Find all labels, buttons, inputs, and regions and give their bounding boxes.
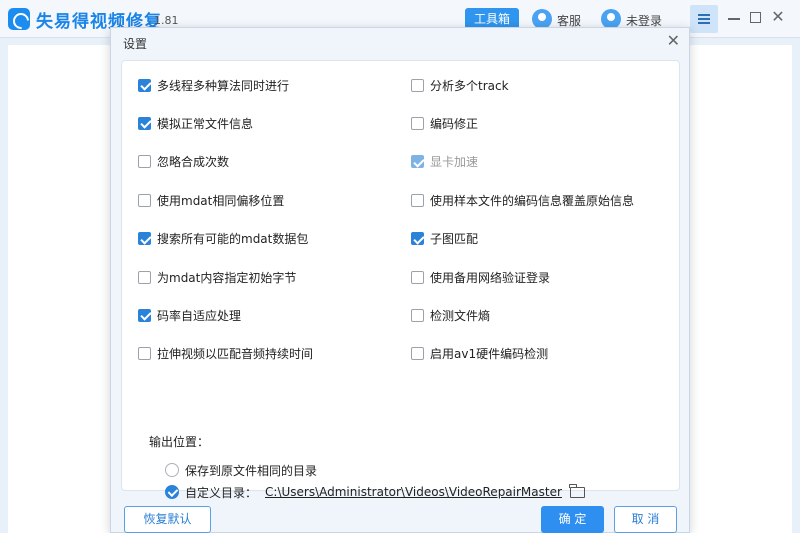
option-checkbox-row[interactable]: 使用样本文件的编码信息覆盖原始信息 bbox=[411, 191, 634, 209]
checkbox-unchecked-icon[interactable] bbox=[411, 308, 424, 322]
menu-line-icon bbox=[698, 14, 710, 16]
ok-button[interactable]: 确 定 bbox=[541, 506, 604, 533]
option-checkbox-row[interactable]: 启用av1硬件编码检测 bbox=[411, 345, 548, 363]
option-checkbox-row[interactable]: 分析多个track bbox=[411, 76, 509, 94]
option-label: 使用样本文件的编码信息覆盖原始信息 bbox=[430, 193, 635, 208]
app-logo-icon bbox=[8, 8, 30, 30]
output-location-title: 输出位置： bbox=[149, 435, 210, 449]
radio-same-dir[interactable]: 保存到原文件相同的目录 bbox=[165, 461, 317, 479]
checkbox-checked-icon[interactable] bbox=[138, 116, 151, 130]
settings-panel: 多线程多种算法同时进行 分析多个track 模拟正常文件信息 编码修正忽略合成次数 显卡… bbox=[121, 60, 680, 500]
option-label: 启用av1硬件编码检测 bbox=[430, 347, 549, 362]
option-label: 拉伸视频以匹配音频持续时间 bbox=[157, 347, 314, 362]
option-label: 使用备用网络验证登录 bbox=[430, 270, 551, 285]
folder-icon[interactable] bbox=[569, 483, 585, 498]
option-checkbox-row: 显卡加速 bbox=[411, 153, 478, 171]
option-label: 码率自适应处理 bbox=[157, 308, 242, 323]
checkbox-unchecked-icon[interactable] bbox=[138, 270, 151, 284]
option-label: 多线程多种算法同时进行 bbox=[157, 78, 290, 93]
option-label: 为mdat内容指定初始字节 bbox=[157, 270, 297, 285]
window-close-icon[interactable]: ✕ bbox=[770, 9, 786, 25]
checkbox-unchecked-icon[interactable] bbox=[138, 155, 151, 169]
maximize-icon[interactable] bbox=[750, 12, 761, 23]
dialog-title: 设置 bbox=[123, 37, 148, 51]
option-checkbox-row[interactable]: 使用mdat相同偏移位置 bbox=[138, 191, 284, 209]
radio-same-dir-label: 保存到原文件相同的目录 bbox=[185, 463, 318, 478]
radio-icon[interactable] bbox=[165, 485, 179, 499]
option-checkbox-row[interactable]: 使用备用网络验证登录 bbox=[411, 268, 550, 286]
checkbox-unchecked-icon[interactable] bbox=[411, 347, 424, 361]
checkbox-checked-icon[interactable] bbox=[138, 308, 151, 322]
option-label: 显卡加速 bbox=[430, 155, 479, 170]
option-label: 子图匹配 bbox=[430, 232, 479, 247]
cancel-button[interactable]: 取 消 bbox=[614, 506, 677, 533]
checkbox-unchecked-icon[interactable] bbox=[411, 78, 424, 92]
checkbox-checked-icon bbox=[411, 155, 424, 169]
menu-line-icon bbox=[698, 22, 710, 24]
user-icon[interactable] bbox=[601, 9, 621, 29]
radio-custom-dir-label: 自定义目录： bbox=[185, 485, 258, 500]
custom-path-link[interactable]: C:\Users\Administrator\Videos\VideoRepai… bbox=[265, 485, 562, 499]
checkbox-unchecked-icon[interactable] bbox=[138, 347, 151, 361]
checkbox-checked-icon[interactable] bbox=[138, 232, 151, 246]
minimize-icon[interactable] bbox=[728, 18, 740, 20]
option-label: 编码修正 bbox=[430, 116, 479, 131]
radio-custom-dir[interactable]: 自定义目录： C:\Users\Administrator\Videos\Vid… bbox=[165, 483, 585, 501]
option-checkbox-row[interactable]: 多线程多种算法同时进行 bbox=[138, 76, 289, 94]
option-checkbox-row[interactable]: 编码修正 bbox=[411, 114, 478, 132]
option-checkbox-row[interactable]: 为mdat内容指定初始字节 bbox=[138, 268, 296, 286]
customer-service-icon[interactable] bbox=[532, 9, 552, 29]
option-checkbox-row[interactable]: 子图匹配 bbox=[411, 230, 478, 248]
settings-dialog: 设置 ✕ 多线程多种算法同时进行 分析多个track 模拟正常文件信息 编码修正忽略合… bbox=[110, 27, 690, 533]
checkbox-checked-icon[interactable] bbox=[411, 232, 424, 246]
app-version: 1.81 bbox=[154, 14, 179, 27]
option-label: 搜索所有可能的mdat数据包 bbox=[157, 232, 309, 247]
checkbox-unchecked-icon[interactable] bbox=[138, 193, 151, 207]
option-label: 检测文件熵 bbox=[430, 308, 491, 323]
option-label: 模拟正常文件信息 bbox=[157, 116, 254, 131]
radio-icon[interactable] bbox=[165, 463, 179, 477]
option-checkbox-row[interactable]: 检测文件熵 bbox=[411, 306, 490, 324]
checkbox-unchecked-icon[interactable] bbox=[411, 116, 424, 130]
checkbox-unchecked-icon[interactable] bbox=[411, 270, 424, 284]
option-checkbox-row[interactable]: 忽略合成次数 bbox=[138, 153, 229, 171]
checkbox-unchecked-icon[interactable] bbox=[411, 193, 424, 207]
option-label: 忽略合成次数 bbox=[157, 155, 230, 170]
option-checkbox-row[interactable]: 拉伸视频以匹配音频持续时间 bbox=[138, 345, 313, 363]
menu-button[interactable] bbox=[690, 5, 718, 33]
option-label: 使用mdat相同偏移位置 bbox=[157, 193, 285, 208]
option-checkbox-row[interactable]: 搜索所有可能的mdat数据包 bbox=[138, 230, 308, 248]
reset-defaults-button[interactable]: 恢复默认 bbox=[124, 506, 211, 533]
option-label: 分析多个track bbox=[430, 78, 509, 93]
checkbox-checked-icon[interactable] bbox=[138, 78, 151, 92]
menu-line-icon bbox=[698, 18, 710, 20]
option-checkbox-row[interactable]: 模拟正常文件信息 bbox=[138, 114, 253, 132]
dialog-close-icon[interactable]: ✕ bbox=[667, 31, 680, 50]
option-checkbox-row[interactable]: 码率自适应处理 bbox=[138, 306, 241, 324]
